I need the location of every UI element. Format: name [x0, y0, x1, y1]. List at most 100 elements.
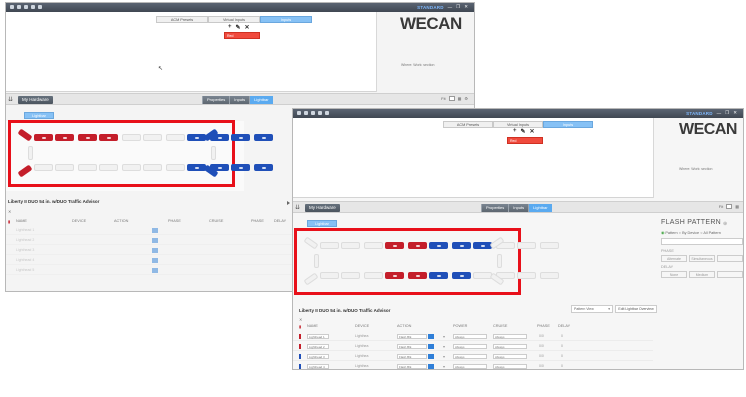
action-select[interactable]: Flash Blk [397, 334, 427, 339]
lighthead-top[interactable] [364, 242, 383, 249]
expand-arrow-icon[interactable] [287, 201, 290, 205]
lighthead-bottom[interactable] [166, 164, 185, 171]
lighthead-top[interactable] [452, 242, 471, 249]
lighthead-bottom[interactable] [517, 272, 536, 279]
lighthead-bottom[interactable] [540, 272, 559, 279]
table-row[interactable]: Lighthead 1 [6, 227, 296, 235]
side-lighthead[interactable] [314, 254, 319, 268]
lighthead-bottom[interactable] [429, 272, 448, 279]
tab-properties[interactable]: Properties [481, 204, 509, 212]
lighthead-bottom[interactable] [254, 164, 273, 171]
minimize-icon[interactable]: — [448, 5, 453, 10]
add-icon[interactable]: + [228, 24, 232, 31]
tab-inputs[interactable]: Inputs [260, 16, 312, 23]
redo-icon[interactable] [38, 5, 42, 9]
close-icon[interactable]: ✕ [464, 4, 468, 10]
lighthead-bottom[interactable] [320, 272, 339, 279]
lighthead-top[interactable] [231, 134, 250, 141]
delete-icon[interactable]: ✕ [530, 128, 535, 135]
lighthead-top[interactable] [341, 242, 360, 249]
grid-icon[interactable]: ▦ [735, 204, 739, 209]
lighthead-bottom[interactable] [55, 164, 74, 171]
save-icon[interactable] [10, 5, 14, 9]
side-lighthead[interactable] [211, 146, 216, 160]
chevron-down-icon[interactable]: ▾ [443, 344, 445, 349]
table-row[interactable]: Lighthead 3 Lighthea Flash Blk ▾ Always Alway… [293, 353, 653, 361]
table-row[interactable]: Lighthead 4 Lighthea Flash Blk ▾ Always Alway… [293, 363, 653, 369]
tab-inputs-panel[interactable]: Inputs [508, 204, 529, 212]
tab-inputs[interactable]: Inputs [543, 121, 593, 128]
open-icon[interactable] [304, 111, 308, 115]
lighthead-top[interactable] [385, 242, 404, 249]
radio-pattern[interactable]: ◉ [661, 231, 664, 235]
tab-virtual-inputs[interactable]: Virtual Inputs [208, 16, 260, 23]
lighthead-bottom[interactable] [143, 164, 162, 171]
phase-simultaneous-button[interactable]: Simultaneous [689, 255, 715, 262]
save-icon[interactable] [297, 111, 301, 115]
lighthead-bottom[interactable] [34, 164, 53, 171]
open-icon[interactable] [17, 5, 21, 9]
power-select[interactable]: Always [453, 354, 487, 359]
lighthead-top[interactable] [34, 134, 53, 141]
table-row[interactable]: Lighthead 1 Lighthea Flash Blk ▾ Always Alway… [293, 333, 653, 341]
lighthead-bottom[interactable] [231, 164, 250, 171]
tab-inputs-panel[interactable]: Inputs [229, 96, 250, 104]
action-color-icon[interactable] [428, 334, 434, 339]
lighthead-bottom[interactable] [99, 164, 118, 171]
lighthead-top[interactable] [166, 134, 185, 141]
lighthead-bottom[interactable] [452, 272, 471, 279]
action-select[interactable]: Flash Blk [397, 344, 427, 349]
lighthead-top[interactable] [55, 134, 74, 141]
lighthead-top[interactable] [254, 134, 273, 141]
my-hardware-button[interactable]: My Hardware [305, 204, 340, 212]
tab-properties[interactable]: Properties [202, 96, 230, 104]
clear-icon[interactable]: ✕ [299, 317, 302, 322]
chevron-down-icon[interactable]: ▾ [443, 364, 445, 369]
tab-lightbar[interactable]: Lightbar [528, 204, 552, 212]
lighthead-bottom[interactable] [385, 272, 404, 279]
lighthead-top[interactable] [143, 134, 162, 141]
side-lighthead[interactable] [28, 146, 33, 160]
lighthead-top[interactable] [187, 134, 206, 141]
lighthead-top[interactable] [473, 242, 492, 249]
lighthead-top[interactable] [320, 242, 339, 249]
my-hardware-button[interactable]: My Hardware [18, 96, 53, 104]
lighthead-bottom[interactable] [78, 164, 97, 171]
redo-icon[interactable] [325, 111, 329, 115]
lighthead-bottom[interactable] [122, 164, 141, 171]
table-row[interactable]: Lighthead 3 [6, 247, 296, 255]
cruise-select[interactable]: Always [493, 334, 527, 339]
pattern-dropdown[interactable] [661, 238, 743, 245]
lightbar-tab[interactable]: Lightbar [307, 220, 337, 227]
collapse-icon[interactable]: ⇊ [295, 204, 300, 211]
tab-acm-presets[interactable]: ACM Presets [443, 121, 493, 128]
edit-icon[interactable]: ✎ [521, 128, 526, 135]
tab-lightbar[interactable]: Lightbar [249, 96, 273, 104]
side-lighthead[interactable] [497, 254, 502, 268]
lightbar-tab[interactable]: Lightbar [24, 112, 54, 119]
lighthead-top[interactable] [122, 134, 141, 141]
table-row[interactable]: Lighthead 2 [6, 237, 296, 245]
table-row[interactable]: Lighthead 4 [6, 257, 296, 265]
action-color-icon[interactable] [428, 354, 434, 359]
action-select[interactable]: Flash Blk [397, 364, 427, 369]
cruise-select[interactable]: Always [493, 354, 527, 359]
tab-acm-presets[interactable]: ACM Presets [156, 16, 208, 23]
undo-icon[interactable] [318, 111, 322, 115]
add-icon[interactable]: + [513, 128, 517, 135]
lighthead-top[interactable] [517, 242, 536, 249]
name-field[interactable]: Lighthead 3 [307, 354, 329, 359]
info-icon[interactable]: ⊕ [723, 221, 727, 227]
lighthead-top[interactable] [408, 242, 427, 249]
phase-alternate-button[interactable]: Alternate [661, 255, 687, 262]
name-field[interactable]: Lighthead 4 [307, 364, 329, 369]
zoom-fit-icon[interactable] [726, 204, 733, 209]
delay-none-button[interactable]: None [661, 271, 687, 278]
grid-icon[interactable]: ▦ [458, 96, 462, 101]
lighthead-bottom[interactable] [187, 164, 206, 171]
undo-icon[interactable] [31, 5, 35, 9]
pattern-view-select[interactable]: Pattern View ▾ [571, 305, 613, 313]
action-color-icon[interactable] [428, 344, 434, 349]
lighthead-bottom[interactable] [408, 272, 427, 279]
chevron-down-icon[interactable]: ▾ [443, 354, 445, 359]
